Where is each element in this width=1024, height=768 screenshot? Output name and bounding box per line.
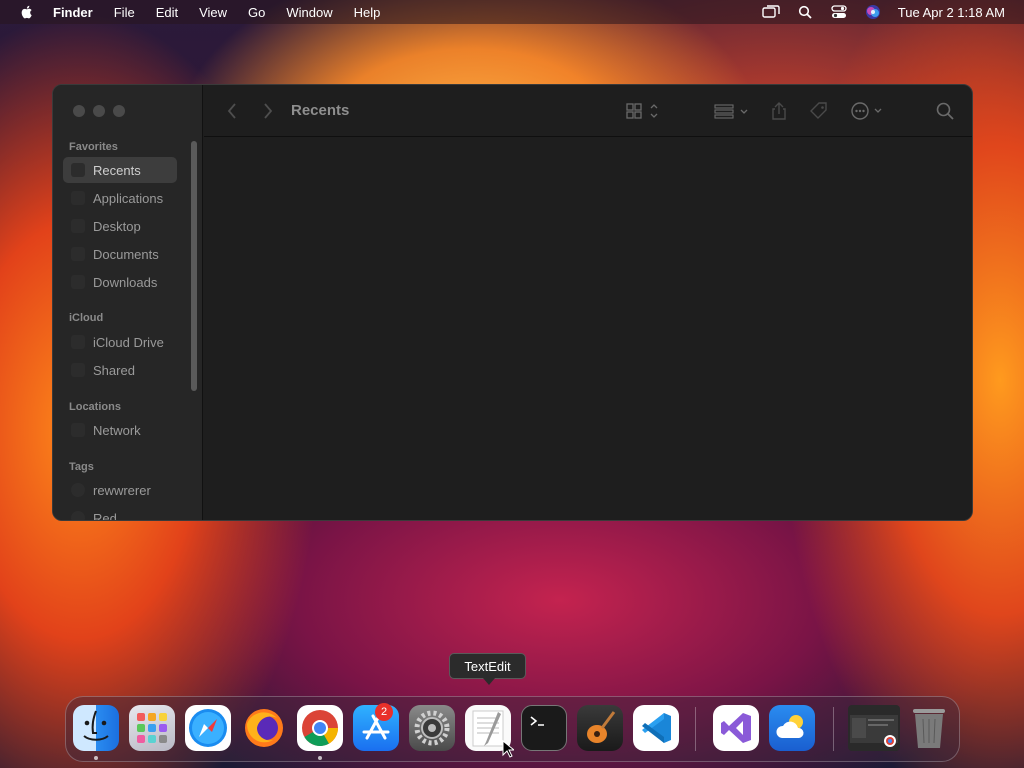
applications-icon bbox=[71, 191, 85, 205]
finder-toolbar: Recents bbox=[204, 85, 972, 137]
launchpad-icon bbox=[137, 713, 167, 743]
vscode-icon bbox=[642, 713, 671, 743]
screen-mirroring-icon[interactable] bbox=[762, 3, 780, 21]
close-window-button[interactable] bbox=[73, 105, 85, 117]
zoom-window-button[interactable] bbox=[113, 105, 125, 117]
shared-folder-icon bbox=[71, 363, 85, 377]
sidebar-item-network[interactable]: Network bbox=[63, 417, 177, 443]
visual-studio-icon bbox=[721, 713, 751, 743]
sidebar-item-label: rewwrerer bbox=[93, 482, 151, 498]
group-by-icon[interactable] bbox=[714, 100, 750, 122]
sidebar-section-tags: Tags bbox=[69, 461, 94, 473]
minimize-window-button[interactable] bbox=[93, 105, 105, 117]
more-actions-icon[interactable] bbox=[850, 100, 886, 122]
dock-trash[interactable] bbox=[906, 705, 952, 751]
sidebar-item-label: Network bbox=[93, 422, 141, 438]
menu-window[interactable]: Window bbox=[286, 5, 332, 20]
menu-edit[interactable]: Edit bbox=[156, 5, 178, 20]
view-mode-icon-grid[interactable] bbox=[626, 100, 662, 122]
trash-icon bbox=[913, 709, 945, 748]
sidebar-item-downloads[interactable]: Downloads bbox=[63, 269, 177, 295]
tag-dot-icon bbox=[71, 511, 85, 520]
menu-go[interactable]: Go bbox=[248, 5, 265, 20]
download-icon bbox=[71, 275, 85, 289]
dock-vscode[interactable] bbox=[633, 705, 679, 751]
dock-safari[interactable] bbox=[185, 705, 231, 751]
safari-compass-icon bbox=[189, 709, 227, 747]
sidebar-item-label: Documents bbox=[93, 246, 159, 262]
sidebar-item-desktop[interactable]: Desktop bbox=[63, 213, 177, 239]
dock-launchpad[interactable] bbox=[129, 705, 175, 751]
file-list-area[interactable] bbox=[204, 138, 972, 520]
firefox-icon bbox=[245, 709, 283, 747]
running-indicator bbox=[94, 756, 98, 760]
spotlight-icon[interactable] bbox=[796, 3, 814, 21]
menu-bar: Finder File Edit View Go Window Help Tue… bbox=[0, 0, 1024, 24]
dock-minimized-window[interactable] bbox=[848, 705, 900, 751]
guitar-icon bbox=[587, 711, 616, 743]
sidebar-item-documents[interactable]: Documents bbox=[63, 241, 177, 267]
running-indicator bbox=[318, 756, 322, 760]
window-controls bbox=[73, 105, 125, 117]
sidebar-section-favorites: Favorites bbox=[69, 141, 118, 153]
dock-firefox[interactable] bbox=[241, 705, 287, 751]
sidebar-item-tag-red[interactable]: Red bbox=[63, 505, 177, 521]
sidebar-item-label: iCloud Drive bbox=[93, 334, 164, 350]
cloud-icon bbox=[71, 335, 85, 349]
terminal-icon bbox=[530, 716, 544, 726]
clock-icon bbox=[71, 163, 85, 177]
dock-finder[interactable] bbox=[73, 705, 119, 751]
forward-button[interactable] bbox=[258, 101, 278, 121]
sidebar-item-label: Desktop bbox=[93, 218, 141, 234]
finder-window: Favorites Recents Applications Desktop D… bbox=[52, 84, 973, 521]
back-button[interactable] bbox=[222, 101, 242, 121]
desktop-icon bbox=[71, 219, 85, 233]
sidebar-item-recents[interactable]: Recents bbox=[63, 157, 177, 183]
menu-view[interactable]: View bbox=[199, 5, 227, 20]
dock-visual-studio[interactable] bbox=[713, 705, 759, 751]
sidebar-item-label: Red bbox=[93, 510, 117, 521]
menu-clock[interactable]: Tue Apr 2 1:18 AM bbox=[898, 5, 1005, 20]
dock-separator bbox=[695, 707, 696, 751]
window-thumbnail-icon bbox=[850, 715, 898, 747]
weather-cloud-sun-icon bbox=[776, 715, 804, 738]
tag-dot-icon bbox=[71, 483, 85, 497]
sidebar-item-icloud-drive[interactable]: iCloud Drive bbox=[63, 329, 177, 355]
dock-separator bbox=[833, 707, 834, 751]
sidebar-section-icloud: iCloud bbox=[69, 312, 104, 324]
gear-icon bbox=[414, 710, 450, 746]
menu-app-name[interactable]: Finder bbox=[53, 5, 93, 20]
sidebar-item-label: Recents bbox=[93, 162, 141, 178]
network-icon bbox=[71, 423, 85, 437]
sidebar-item-label: Downloads bbox=[93, 274, 158, 290]
siri-icon[interactable] bbox=[864, 3, 882, 21]
dock-terminal[interactable] bbox=[521, 705, 567, 751]
control-center-icon[interactable] bbox=[830, 3, 848, 21]
notification-badge: 2 bbox=[375, 703, 393, 721]
sidebar-item-shared[interactable]: Shared bbox=[63, 357, 177, 383]
finder-icon bbox=[83, 710, 109, 741]
sidebar-item-tag-rewwrerer[interactable]: rewwrerer bbox=[63, 477, 177, 503]
dock-system-settings[interactable] bbox=[409, 705, 455, 751]
mouse-cursor-icon bbox=[502, 740, 514, 758]
sidebar-section-locations: Locations bbox=[69, 401, 121, 413]
document-icon bbox=[71, 247, 85, 261]
dock-garageband[interactable] bbox=[577, 705, 623, 751]
dock-chrome[interactable] bbox=[297, 705, 343, 751]
sidebar-scrollbar[interactable] bbox=[191, 141, 197, 391]
menu-help[interactable]: Help bbox=[354, 5, 381, 20]
apple-menu-icon[interactable] bbox=[19, 4, 35, 20]
share-icon[interactable] bbox=[770, 100, 788, 122]
sidebar-item-applications[interactable]: Applications bbox=[63, 185, 177, 211]
window-title: Recents bbox=[291, 102, 350, 119]
menu-file[interactable]: File bbox=[114, 5, 135, 20]
sidebar-item-label: Applications bbox=[93, 190, 164, 206]
sidebar-item-label: Shared bbox=[93, 362, 135, 378]
chrome-icon bbox=[302, 710, 338, 747]
tag-icon[interactable] bbox=[809, 100, 829, 122]
search-icon[interactable] bbox=[935, 100, 955, 122]
dock-tooltip: TextEdit bbox=[449, 653, 526, 685]
dock-weather[interactable] bbox=[769, 705, 815, 751]
finder-sidebar: Favorites Recents Applications Desktop D… bbox=[53, 85, 203, 521]
